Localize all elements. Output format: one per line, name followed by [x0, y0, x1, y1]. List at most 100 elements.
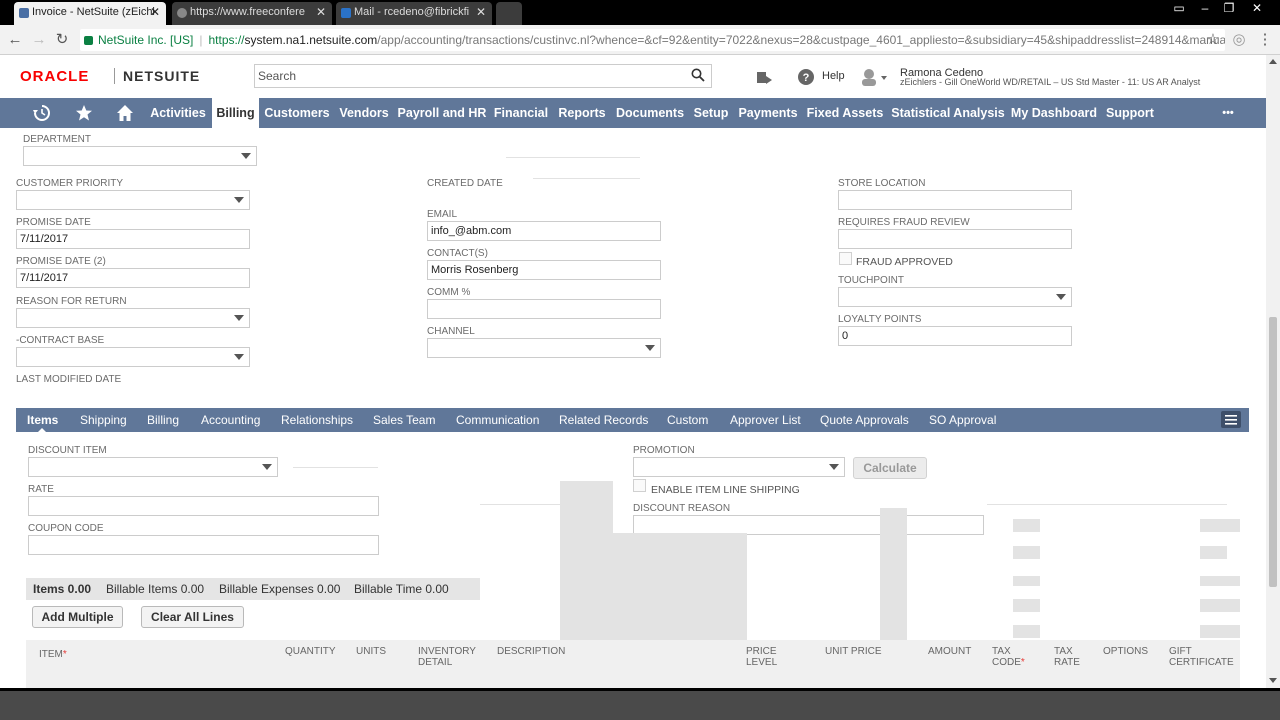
billable-time-total: Billable Time 0.00	[354, 582, 449, 596]
recent-icon[interactable]	[33, 104, 51, 122]
col-amount: AMOUNT	[928, 646, 972, 657]
browser-menu-icon[interactable]: ⋮	[1256, 31, 1274, 49]
email-field[interactable]: info_@abm.com	[427, 221, 661, 241]
oracle-logo[interactable]: ORACLE	[20, 68, 89, 85]
nav-documents[interactable]: Documents	[613, 98, 687, 128]
nav-vendors[interactable]: Vendors	[336, 98, 392, 128]
promise-date2-field[interactable]: 7/11/2017	[16, 268, 250, 288]
minimize-icon[interactable]: –	[1194, 0, 1216, 18]
nav-billing[interactable]: Billing	[212, 98, 259, 128]
subtab-shipping[interactable]: Shipping	[80, 408, 127, 432]
chevron-down-icon	[234, 315, 244, 321]
nav-payroll-hr[interactable]: Payroll and HR	[395, 98, 489, 128]
nav-payments[interactable]: Payments	[736, 98, 800, 128]
nav-my-dashboard[interactable]: My Dashboard	[1010, 98, 1098, 128]
promotion-select[interactable]	[633, 457, 845, 477]
secure-label: NetSuite Inc. [US]	[98, 33, 194, 47]
clear-all-lines-button[interactable]: Clear All Lines	[141, 606, 244, 628]
browser-toolbar: ← → ↻ NetSuite Inc. [US] | https://system.…	[0, 25, 1280, 55]
main-navigation: Activities Billing Customers Vendors Pay…	[0, 98, 1266, 128]
help-link[interactable]: Help	[822, 70, 845, 82]
scrollbar-thumb[interactable]	[1269, 317, 1277, 587]
recent-records-icon[interactable]	[755, 68, 773, 86]
reload-icon[interactable]: ↻	[53, 31, 71, 49]
nav-fixed-assets[interactable]: Fixed Assets	[804, 98, 886, 128]
subtab-so-approval[interactable]: SO Approval	[929, 408, 996, 432]
search-icon[interactable]	[691, 68, 705, 82]
scroll-up-icon[interactable]	[1269, 59, 1277, 64]
extension-icon[interactable]: ◎	[1230, 31, 1248, 49]
global-search-input[interactable]: Search	[254, 64, 712, 88]
rendering-artifact	[1200, 599, 1240, 612]
nav-activities[interactable]: Activities	[146, 98, 210, 128]
requires-fraud-review-field[interactable]	[838, 229, 1072, 249]
customer-priority-select[interactable]	[16, 190, 250, 210]
subtab-approver-list[interactable]: Approver List	[730, 408, 801, 432]
channel-select[interactable]	[427, 338, 661, 358]
url-host: system.na1.netsuite.com	[244, 33, 378, 47]
scroll-down-icon[interactable]	[1269, 678, 1277, 683]
browser-tab-invoice[interactable]: Invoice - NetSuite (zEichl ✕	[14, 2, 166, 25]
close-tab-icon[interactable]: ✕	[476, 2, 486, 23]
department-select[interactable]	[23, 146, 257, 166]
close-window-icon[interactable]: ✕	[1246, 0, 1268, 18]
store-location-field[interactable]	[838, 190, 1072, 210]
subtab-billing[interactable]: Billing	[147, 408, 179, 432]
subtab-communication[interactable]: Communication	[456, 408, 539, 432]
subtab-accounting[interactable]: Accounting	[201, 408, 260, 432]
nav-statistical-analysis[interactable]: Statistical Analysis	[889, 98, 1007, 128]
discount-reason-field[interactable]	[633, 515, 984, 535]
subtab-related-records[interactable]: Related Records	[559, 408, 648, 432]
calculate-button[interactable]: Calculate	[853, 457, 927, 479]
home-icon[interactable]	[116, 104, 134, 122]
address-bar[interactable]: NetSuite Inc. [US] | https://system.na1.ne…	[80, 29, 1225, 51]
netsuite-logo[interactable]: NETSUITE	[123, 68, 200, 84]
rate-field[interactable]	[28, 496, 379, 516]
enable-item-line-shipping-checkbox[interactable]	[633, 479, 646, 492]
forward-icon[interactable]: →	[30, 31, 48, 49]
nav-support[interactable]: Support	[1102, 98, 1158, 128]
col-tax-rate: TAX RATE	[1054, 646, 1080, 668]
store-location-label: STORE LOCATION	[838, 178, 926, 189]
back-icon[interactable]: ←	[6, 31, 24, 49]
subtab-relationships[interactable]: Relationships	[281, 408, 353, 432]
fraud-approved-checkbox[interactable]	[839, 252, 852, 265]
subtab-menu-icon[interactable]	[1221, 411, 1241, 428]
rendering-artifact	[1200, 519, 1240, 532]
browser-tab-mail[interactable]: Mail - rcedeno@fibrickfi ✕	[336, 2, 492, 25]
favorites-star-icon[interactable]	[75, 104, 93, 122]
new-tab-button[interactable]	[496, 2, 522, 25]
subtab-items[interactable]: Items	[27, 408, 58, 433]
subtab-sales-team[interactable]: Sales Team	[373, 408, 435, 432]
contract-base-select[interactable]	[16, 347, 250, 367]
subtab-quote-approvals[interactable]: Quote Approvals	[820, 408, 909, 432]
omnibox-separator: |	[199, 33, 203, 47]
discount-item-select[interactable]	[28, 457, 278, 477]
nav-reports[interactable]: Reports	[555, 98, 609, 128]
browser-tab-title: https://www.freeconfere	[190, 6, 305, 18]
nav-customers[interactable]: Customers	[261, 98, 333, 128]
user-profile-icon[interactable]: ▭	[1168, 0, 1190, 18]
user-avatar-icon[interactable]	[860, 68, 890, 86]
maximize-icon[interactable]: ❐	[1218, 0, 1240, 18]
promise-date-field[interactable]: 7/11/2017	[16, 229, 250, 249]
comm-percent-field[interactable]	[427, 299, 661, 319]
coupon-code-field[interactable]	[28, 535, 379, 555]
nav-more-icon[interactable]: •••	[1212, 98, 1244, 128]
field-underline	[506, 157, 640, 158]
bookmark-star-icon[interactable]: ☆	[1204, 31, 1222, 49]
page-scrollbar[interactable]	[1266, 55, 1280, 688]
close-tab-icon[interactable]: ✕	[150, 2, 160, 23]
contacts-field[interactable]: Morris Rosenberg	[427, 260, 661, 280]
reason-for-return-select[interactable]	[16, 308, 250, 328]
help-icon[interactable]: ?	[797, 68, 815, 86]
nav-setup[interactable]: Setup	[690, 98, 732, 128]
rate-label: RATE	[28, 484, 54, 495]
subtab-custom[interactable]: Custom	[667, 408, 708, 432]
nav-financial[interactable]: Financial	[491, 98, 551, 128]
add-multiple-button[interactable]: Add Multiple	[32, 606, 123, 628]
browser-tab-freeconference[interactable]: https://www.freeconfere ✕	[172, 2, 332, 25]
close-tab-icon[interactable]: ✕	[316, 2, 326, 23]
loyalty-points-field[interactable]: 0	[838, 326, 1072, 346]
touchpoint-select[interactable]	[838, 287, 1072, 307]
